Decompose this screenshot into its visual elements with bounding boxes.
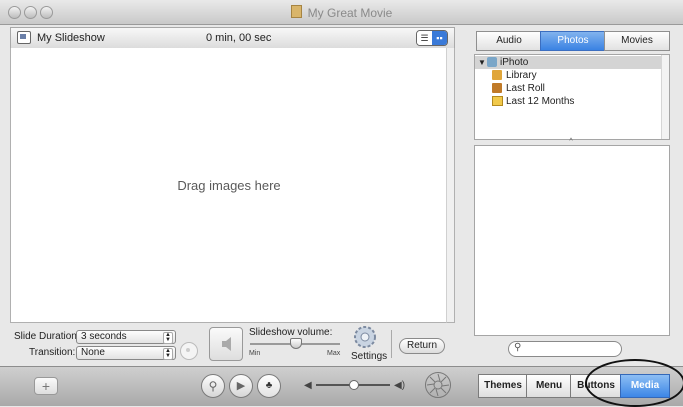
iphoto-icon [487, 57, 497, 67]
main-volume-knob[interactable] [349, 380, 359, 390]
roll-icon [492, 83, 502, 93]
add-button[interactable]: + [34, 377, 58, 395]
transition-popup[interactable]: None ▲ ▼ [76, 346, 176, 360]
popup-arrows-icon: ▲ ▼ [163, 348, 173, 360]
search-field[interactable]: ⚲ [508, 341, 622, 357]
window-title: My Great Movie [0, 5, 683, 20]
speaker-icon [222, 337, 231, 351]
volume-min-label: Min [249, 350, 261, 357]
play-icon: ▶ [236, 380, 246, 392]
slideshow-icon [17, 31, 31, 44]
photo-browser[interactable] [474, 145, 670, 336]
return-button[interactable]: Return [399, 338, 445, 354]
gear-icon [354, 326, 376, 348]
slideshow-header: My Slideshow 0 min, 00 sec ☰ ▪▪ [10, 27, 455, 49]
walking-man-icon: ⚲ [208, 379, 218, 393]
slideshow-duration: 0 min, 00 sec [206, 32, 272, 44]
preview-button[interactable]: ▶ [229, 374, 253, 398]
settings-label: Settings [351, 351, 388, 362]
settings-button[interactable] [353, 325, 377, 349]
list-view-icon[interactable]: ☰ [417, 31, 432, 45]
disclosure-triangle-icon[interactable]: ▼ [478, 56, 486, 69]
transition-label: Transition: [29, 347, 76, 358]
map-button[interactable]: ♣ [257, 374, 281, 398]
calendar-folder-icon [492, 96, 503, 106]
tab-photos[interactable]: Photos [540, 31, 606, 51]
library-icon [492, 70, 502, 80]
sitemap-icon: ♣ [265, 380, 273, 391]
slideshow-name: My Slideshow [37, 32, 105, 44]
plus-icon: + [41, 378, 51, 394]
photo-library-tree: ▼ iPhoto Library Last Roll Last 12 Month… [474, 54, 670, 140]
title-bar: My Great Movie [0, 0, 683, 25]
burn-aperture-icon [426, 373, 450, 397]
search-icon: ⚲ [514, 342, 522, 353]
caret-up-icon: ^ [569, 138, 573, 145]
split-handle[interactable]: ^ [474, 138, 668, 145]
tree-item-library[interactable]: Library [475, 69, 661, 82]
slide-duration-popup[interactable]: 3 seconds ▲ ▼ [76, 330, 176, 344]
drop-hint: Drag images here [177, 178, 281, 193]
tab-movies[interactable]: Movies [604, 31, 670, 51]
volume-high-icon: ◀) [394, 380, 406, 391]
audio-well[interactable] [209, 327, 243, 361]
document-icon [290, 5, 302, 18]
popup-arrows-icon: ▲ ▼ [163, 332, 173, 344]
tree-scrollbar[interactable] [661, 55, 669, 139]
grid-view-icon[interactable]: ▪▪ [432, 31, 447, 45]
tab-audio[interactable]: Audio [476, 31, 542, 51]
divider [391, 330, 392, 358]
media-button[interactable]: Media [620, 374, 670, 398]
tree-item-iphoto[interactable]: ▼ iPhoto [475, 56, 661, 69]
direction-dot-icon [186, 348, 190, 352]
view-toggle[interactable]: ☰ ▪▪ [416, 30, 448, 46]
search-input[interactable] [525, 343, 613, 354]
slideshow-scrollbar[interactable] [446, 48, 455, 323]
motion-button[interactable]: ⚲ [201, 374, 225, 398]
slideshow-drop-area[interactable]: Drag images here [10, 48, 448, 323]
burn-button[interactable] [425, 372, 451, 398]
media-type-tabs: Audio Photos Movies [476, 31, 670, 51]
volume-slider-knob[interactable] [290, 338, 302, 349]
buttons-button[interactable]: Buttons [570, 374, 622, 398]
transition-direction-control[interactable] [180, 342, 198, 360]
tree-item-last-12-months[interactable]: Last 12 Months [475, 95, 661, 108]
tree-item-last-roll[interactable]: Last Roll [475, 82, 661, 95]
volume-low-icon: ◀ [304, 380, 312, 391]
themes-button[interactable]: Themes [478, 374, 528, 398]
volume-max-label: Max [327, 350, 341, 357]
volume-label: Slideshow volume: [249, 327, 333, 338]
slide-duration-label: Slide Duration: [14, 331, 80, 342]
menu-button[interactable]: Menu [526, 374, 572, 398]
